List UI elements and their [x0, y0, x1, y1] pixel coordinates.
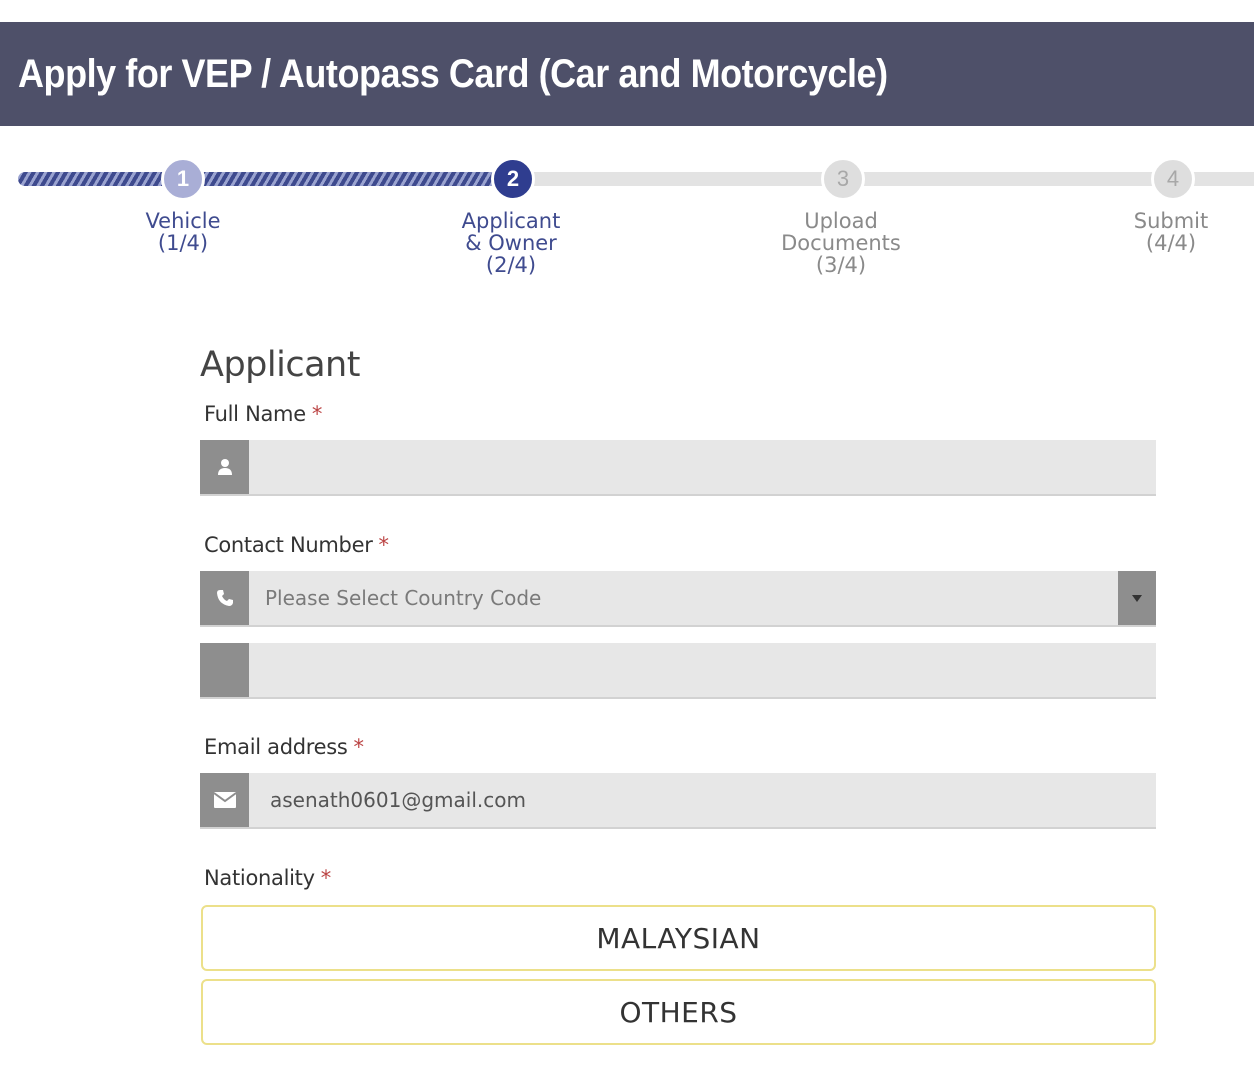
full-name-field[interactable]: [200, 440, 1156, 496]
country-code-select[interactable]: Please Select Country Code: [200, 571, 1156, 627]
step-3-progress: (3/4): [815, 253, 867, 277]
full-name-label: Full Name *: [204, 402, 322, 426]
step-1-label: Vehicle (1/4): [83, 210, 283, 254]
nationality-label: Nationality *: [204, 866, 331, 890]
contact-number-label-text: Contact Number: [204, 533, 373, 557]
page-header: Apply for VEP / Autopass Card (Car and M…: [0, 22, 1254, 126]
page-title: Apply for VEP / Autopass Card (Car and M…: [18, 52, 888, 96]
email-field[interactable]: asenath0601@gmail.com: [200, 773, 1156, 829]
step-3-label: Upload Documents (3/4): [741, 210, 941, 276]
nationality-option-malaysian[interactable]: MALAYSIAN: [201, 905, 1156, 971]
full-name-label-text: Full Name: [204, 402, 306, 426]
step-2-progress: (2/4): [485, 253, 537, 277]
country-code-placeholder: Please Select Country Code: [265, 586, 542, 610]
user-icon: [200, 440, 249, 494]
section-title-applicant: Applicant: [200, 345, 360, 385]
step-3-circle: 3: [821, 157, 865, 201]
stepper-track-remaining: [513, 172, 1254, 186]
email-label: Email address *: [204, 735, 364, 759]
required-marker: *: [320, 866, 332, 890]
caret-down-icon[interactable]: [1118, 571, 1156, 625]
nationality-label-text: Nationality: [204, 866, 315, 890]
step-2-title-line2: & Owner: [465, 231, 557, 255]
contact-number-field[interactable]: [200, 643, 1156, 699]
contact-number-addon: [200, 643, 249, 697]
step-1-title: Vehicle: [145, 209, 221, 233]
required-marker: *: [353, 735, 365, 759]
step-4-circle: 4: [1151, 157, 1195, 201]
step-4-label: Submit (4/4): [1071, 210, 1254, 254]
nationality-option-others[interactable]: OTHERS: [201, 979, 1156, 1045]
required-marker: *: [378, 533, 390, 557]
step-3-title: Upload: [804, 209, 878, 233]
step-1-circle[interactable]: 1: [161, 157, 205, 201]
required-marker: *: [311, 402, 323, 426]
step-3-title-line2: Documents: [781, 231, 901, 255]
step-2-label: Applicant & Owner (2/4): [411, 210, 611, 276]
contact-number-label: Contact Number *: [204, 533, 389, 557]
email-label-text: Email address: [204, 735, 348, 759]
step-1-progress: (1/4): [157, 231, 209, 255]
step-4-progress: (4/4): [1145, 231, 1197, 255]
step-2-title: Applicant: [461, 209, 561, 233]
email-input[interactable]: asenath0601@gmail.com: [270, 773, 526, 827]
phone-icon: [200, 571, 249, 625]
step-4-title: Submit: [1133, 209, 1209, 233]
stepper-track-completed: [18, 172, 513, 186]
step-2-circle[interactable]: 2: [491, 157, 535, 201]
envelope-icon: [200, 773, 249, 827]
